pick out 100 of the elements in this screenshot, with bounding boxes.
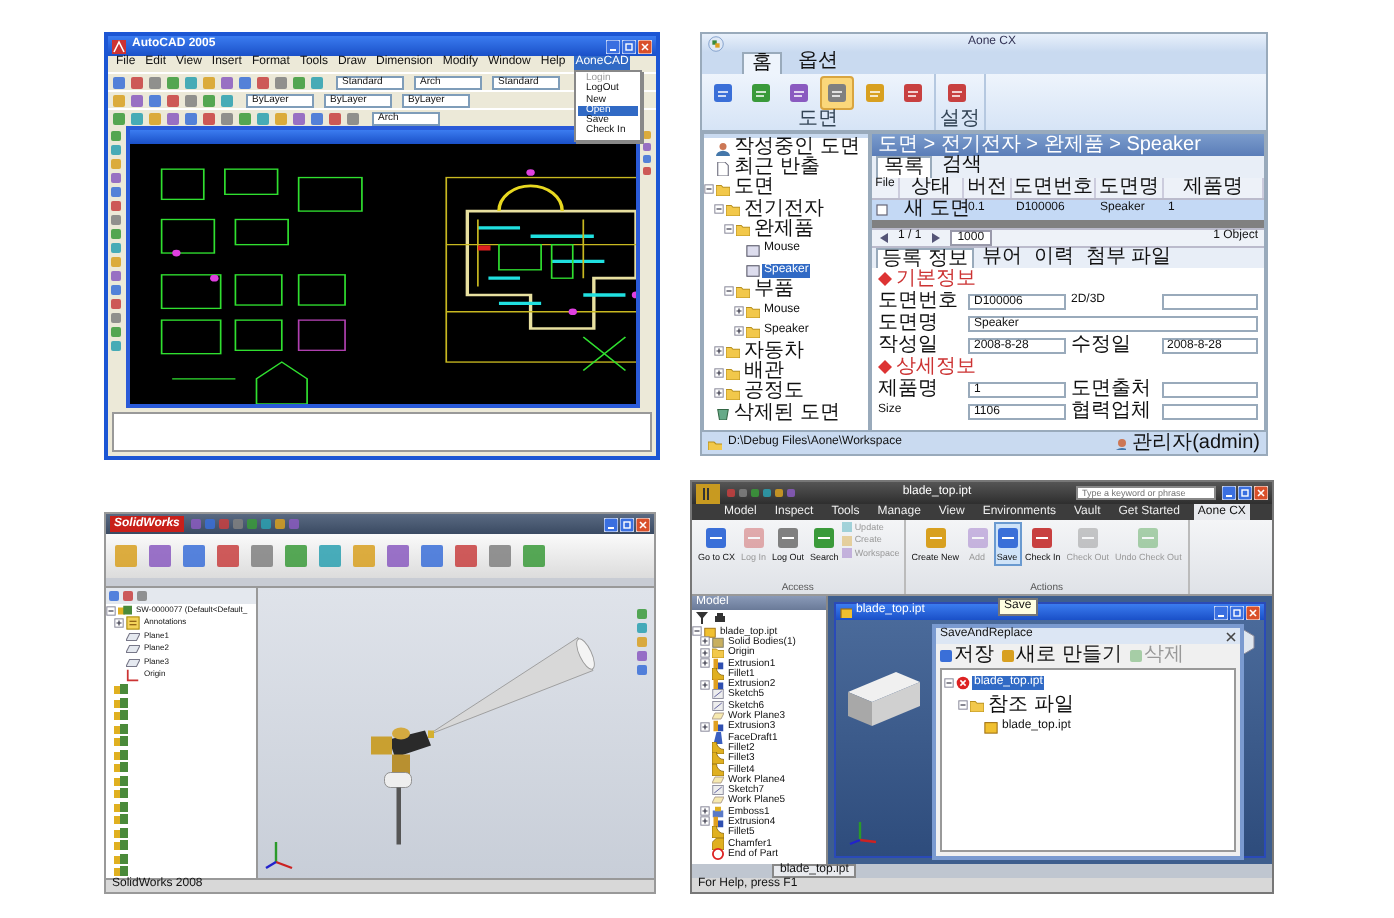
section-heading: 기본정보 xyxy=(896,269,976,289)
toolbar-icon[interactable] xyxy=(454,544,478,568)
toolbar-button[interactable]: 새로 만들기 xyxy=(1002,646,1122,666)
toolbar-icon[interactable] xyxy=(182,544,206,568)
expand-icon[interactable] xyxy=(734,306,744,317)
expand-icon[interactable] xyxy=(714,346,724,357)
app-logo-icon[interactable] xyxy=(708,35,724,51)
toolbar-icon[interactable] xyxy=(114,544,138,568)
tree-item[interactable]: 작성중인 도면 xyxy=(732,138,862,159)
ribbon-icon xyxy=(1030,526,1055,550)
close-button[interactable] xyxy=(636,517,650,531)
close-button[interactable] xyxy=(1246,605,1260,619)
tab[interactable]: 뷰어 xyxy=(977,248,1026,268)
tab[interactable]: 목록 xyxy=(876,156,932,178)
field-label: 협력업체 xyxy=(1071,401,1153,421)
ribbon-tab[interactable]: 홈 xyxy=(742,52,782,74)
toolbar-icon[interactable] xyxy=(522,544,546,568)
close-button[interactable] xyxy=(638,39,652,53)
close-button[interactable] xyxy=(1254,486,1268,500)
tool-icon xyxy=(1129,650,1142,662)
emboss-icon xyxy=(712,805,724,818)
expand-icon[interactable] xyxy=(734,326,744,337)
toolbar-icon[interactable] xyxy=(284,544,308,568)
ribbon-icon xyxy=(750,82,772,104)
tab[interactable]: 등록 정보 xyxy=(876,248,974,268)
ribbon-tab[interactable]: 옵션 xyxy=(790,52,846,74)
expand-icon[interactable] xyxy=(700,636,710,647)
minimize-button[interactable] xyxy=(1214,605,1228,619)
expand-icon[interactable] xyxy=(700,816,710,827)
toolbar-icon[interactable] xyxy=(318,544,342,568)
part-icon xyxy=(984,720,998,734)
ribbon-icon xyxy=(995,526,1020,550)
expand-icon[interactable] xyxy=(700,658,710,669)
toolbar-icon[interactable] xyxy=(488,544,512,568)
collapse-icon[interactable] xyxy=(704,183,714,194)
tab[interactable]: 검색 xyxy=(936,156,988,178)
binoculars-icon[interactable] xyxy=(714,612,726,624)
expand-icon[interactable] xyxy=(714,387,724,398)
text-field[interactable] xyxy=(1161,403,1258,419)
tree-item[interactable]: 참조 파일 xyxy=(986,695,1076,715)
text-field[interactable] xyxy=(1161,293,1258,309)
ribbon-icon xyxy=(826,82,848,104)
tree-item[interactable]: 배관 xyxy=(742,362,786,383)
toolbar-icon[interactable] xyxy=(420,544,444,568)
ribbon-button[interactable] xyxy=(820,76,854,110)
expand-icon[interactable] xyxy=(700,679,710,690)
tree-item[interactable]: 삭제된 도면 xyxy=(732,403,842,424)
toolbar-icon[interactable] xyxy=(250,544,274,568)
text-field[interactable] xyxy=(1161,381,1258,397)
tab[interactable]: 이력 xyxy=(1029,248,1078,268)
folder-icon xyxy=(712,646,724,659)
collapse-icon[interactable] xyxy=(958,700,968,710)
tree-item[interactable]: 부품 xyxy=(752,280,796,301)
toolbar-icon[interactable] xyxy=(352,544,376,568)
expand-icon[interactable] xyxy=(700,721,710,732)
maximize-button[interactable] xyxy=(622,39,636,53)
group-label: 설정 xyxy=(940,110,980,130)
checkbox[interactable] xyxy=(876,204,888,216)
collapse-icon[interactable] xyxy=(724,224,734,235)
maximize-button[interactable] xyxy=(620,517,634,531)
toolbar-icon[interactable] xyxy=(148,544,172,568)
status-user: 관리자(admin) xyxy=(1132,433,1260,453)
fillet-icon xyxy=(712,667,724,680)
expand-icon[interactable] xyxy=(700,806,710,817)
toolbar-button[interactable]: 저장 xyxy=(940,646,994,666)
assembly-icon xyxy=(118,603,132,618)
group-label: 도면 xyxy=(796,110,840,130)
tree-item[interactable]: 최근 반출 xyxy=(732,158,822,179)
expand-icon[interactable] xyxy=(714,367,724,378)
column-header[interactable]: 상태 xyxy=(900,178,964,198)
tree-item[interactable]: 도면 xyxy=(732,178,776,199)
toolbar-icon[interactable] xyxy=(216,544,240,568)
maximize-button[interactable] xyxy=(1238,486,1252,500)
minimize-button[interactable] xyxy=(606,39,620,53)
block-model-drawing xyxy=(844,668,924,728)
expand-icon[interactable] xyxy=(700,647,710,658)
tree-item[interactable]: 자동차 xyxy=(742,341,806,362)
fillet-icon xyxy=(712,826,724,839)
minimize-button[interactable] xyxy=(604,517,618,531)
collapse-icon[interactable] xyxy=(106,605,116,616)
tree-item[interactable]: 완제품 xyxy=(752,219,816,240)
tree-item[interactable]: 공정도 xyxy=(742,382,806,403)
column-header[interactable]: 도면명 xyxy=(1096,178,1164,198)
collapse-icon[interactable] xyxy=(944,678,954,688)
app-logo-icon[interactable] xyxy=(696,483,720,503)
command-line-field[interactable] xyxy=(112,412,652,452)
solid-body-icon xyxy=(712,635,724,648)
close-icon[interactable] xyxy=(1226,631,1236,641)
expand-icon[interactable] xyxy=(114,618,124,629)
diamond-icon xyxy=(878,272,892,286)
tab[interactable]: 첨부 파일 xyxy=(1081,248,1176,268)
tree-item[interactable]: 전기전자 xyxy=(742,199,826,220)
collapse-icon[interactable] xyxy=(714,204,724,215)
column-header[interactable]: 도면번호 xyxy=(1012,178,1096,198)
collapse-icon[interactable] xyxy=(724,285,734,296)
field-label: 제품명 xyxy=(878,379,940,399)
toolbar-icon[interactable] xyxy=(386,544,410,568)
maximize-button[interactable] xyxy=(1230,605,1244,619)
column-header[interactable]: 버전 xyxy=(964,178,1012,198)
minimize-button[interactable] xyxy=(1222,486,1236,500)
